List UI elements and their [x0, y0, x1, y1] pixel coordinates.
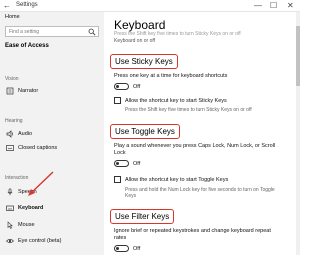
sidebar-item-mouse[interactable]: Mouse — [5, 220, 101, 230]
mouse-icon — [7, 221, 13, 229]
toggle-keys-note: Press and hold the Num Lock key for five… — [125, 187, 275, 199]
sidebar-item-label: Mouse — [18, 222, 35, 228]
window-title: Settings — [16, 2, 38, 8]
sidebar-item-label: Audio — [18, 131, 33, 137]
sidebar-item-label: Narrator — [18, 88, 39, 94]
group-hearing: Hearing — [5, 118, 23, 124]
sticky-keys-toggle[interactable] — [114, 83, 129, 90]
search-input[interactable]: Find a setting — [5, 26, 99, 37]
narrator-icon — [6, 87, 14, 95]
sidebar-item-eye-control[interactable]: Eye control (beta) — [5, 236, 101, 246]
toggle-keys-shortcut-checkbox[interactable] — [114, 176, 121, 183]
top-clipped-text: Press the Shift key five times to turn S… — [114, 31, 241, 37]
sidebar-item-label: Speech — [18, 189, 37, 195]
sidebar-item-label: Keyboard — [18, 205, 44, 211]
toggle-keys-toggle-state: Off — [133, 161, 141, 167]
sidebar-item-keyboard[interactable]: Keyboard — [5, 203, 101, 213]
sidebar: Home Find a setting Ease of Access Visio… — [0, 12, 104, 255]
toggle-keys-heading: Use Toggle Keys — [110, 124, 180, 139]
sidebar-item-closed-captions[interactable]: Closed captions — [5, 143, 101, 153]
sidebar-item-speech[interactable]: Speech — [5, 187, 101, 197]
keyboard-icon — [6, 205, 14, 211]
toggle-keys-shortcut-label: Allow the shortcut key to start Toggle K… — [125, 177, 229, 183]
toggle-keys-toggle[interactable] — [114, 160, 129, 167]
sticky-keys-shortcut-label: Allow the shortcut key to start Sticky K… — [125, 98, 227, 104]
search-icon[interactable] — [88, 28, 96, 36]
group-interaction: Interaction — [5, 175, 29, 181]
category-title: Ease of Access — [5, 43, 49, 49]
filter-keys-heading: Use Filter Keys — [110, 209, 175, 224]
sidebar-item-narrator[interactable]: Narrator — [5, 86, 101, 96]
close-button[interactable]: ✕ — [287, 1, 294, 10]
sidebar-item-audio[interactable]: Audio — [5, 129, 101, 139]
sticky-keys-shortcut-checkbox[interactable] — [114, 97, 121, 104]
scrollbar[interactable] — [296, 12, 300, 255]
speech-icon — [7, 188, 13, 196]
minimize-button[interactable]: — — [254, 1, 262, 10]
closed-captions-icon — [6, 145, 14, 151]
main-content: Keyboard Press the Shift key five times … — [104, 12, 300, 255]
back-arrow-icon[interactable]: ← — [3, 1, 11, 10]
home-link[interactable]: Home — [5, 14, 20, 20]
page-title: Keyboard — [114, 18, 166, 32]
sticky-keys-toggle-state: Off — [133, 84, 141, 90]
filter-keys-toggle-state: Off — [133, 246, 141, 252]
top-text: Keyboard on or off — [114, 38, 156, 44]
eye-control-icon — [6, 238, 14, 244]
sidebar-item-label: Closed captions — [18, 145, 58, 151]
sticky-keys-desc: Press one key at a time for keyboard sho… — [114, 73, 228, 79]
filter-keys-desc: Ignore brief or repeated keystrokes and … — [114, 228, 271, 241]
maximize-button[interactable]: ☐ — [270, 1, 277, 10]
scrollbar-thumb[interactable] — [296, 26, 300, 86]
group-vision: Vision — [5, 76, 19, 82]
filter-keys-toggle[interactable] — [114, 245, 129, 252]
sticky-keys-heading: Use Sticky Keys — [110, 54, 178, 69]
sticky-keys-note: Press the Shift key five times to turn S… — [125, 107, 252, 113]
audio-icon — [6, 130, 13, 138]
sidebar-item-label: Eye control (beta) — [18, 238, 62, 244]
title-bar: ← Settings — ☐ ✕ — [0, 0, 300, 12]
search-placeholder: Find a setting — [9, 29, 40, 35]
toggle-keys-desc: Play a sound whenever you press Caps Loc… — [114, 143, 276, 156]
